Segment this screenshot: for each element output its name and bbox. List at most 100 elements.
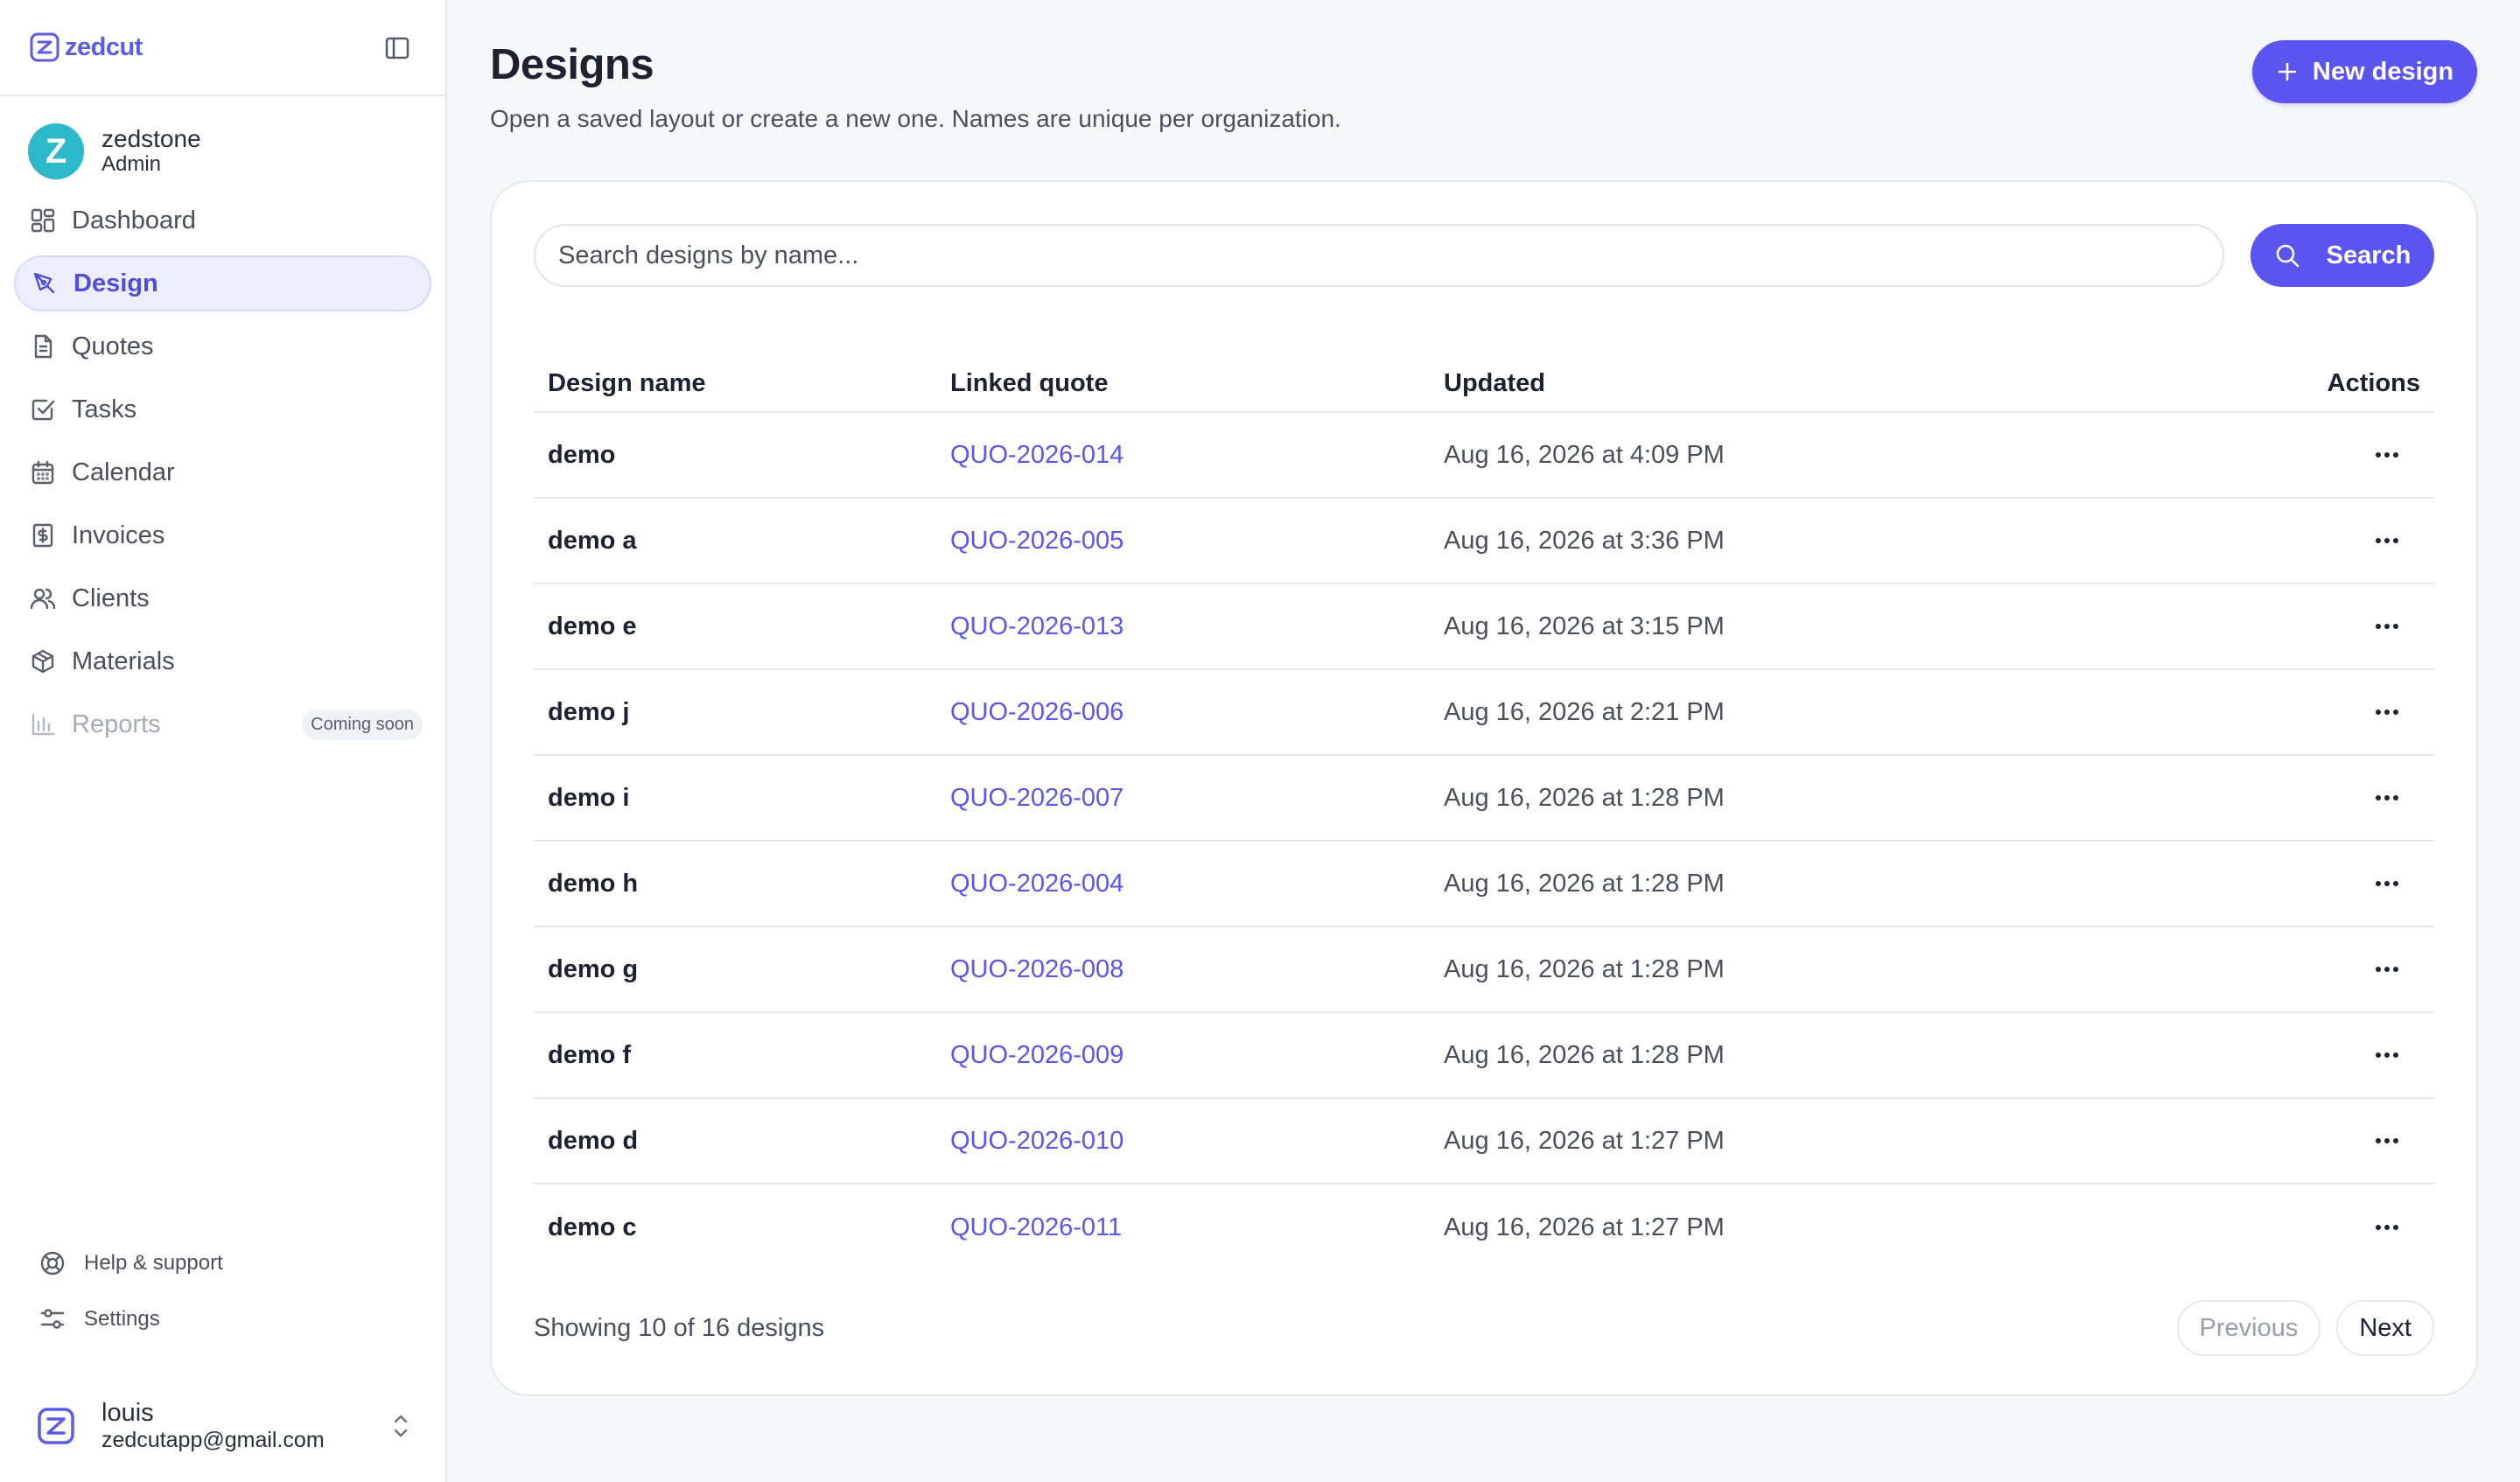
org-name: zedstone: [102, 125, 201, 153]
table-header: Design name Linked quote Updated Actions: [534, 357, 2434, 413]
nav-item-design[interactable]: Design: [14, 255, 431, 311]
more-horizontal-icon: [2376, 1052, 2398, 1058]
search-button[interactable]: Search: [2250, 224, 2434, 287]
more-horizontal-icon: [2376, 1225, 2398, 1230]
table-row[interactable]: demo g QUO-2026-008 Aug 16, 2026 at 1:28 P…: [534, 927, 2434, 1013]
design-name-cell[interactable]: demo j: [548, 698, 629, 726]
row-actions-button[interactable]: [2366, 1123, 2408, 1158]
linked-quote-link[interactable]: QUO-2026-014: [950, 441, 1124, 469]
nav-item-calendar[interactable]: Calendar: [14, 444, 431, 500]
more-horizontal-icon: [2376, 538, 2398, 543]
designs-table: Design name Linked quote Updated Actions…: [534, 357, 2434, 1270]
table-row[interactable]: demo h QUO-2026-004 Aug 16, 2026 at 1:28 P…: [534, 842, 2434, 927]
linked-quote-link[interactable]: QUO-2026-010: [950, 1127, 1124, 1155]
next-page-button[interactable]: Next: [2336, 1300, 2434, 1356]
linked-quote-link[interactable]: QUO-2026-008: [950, 955, 1124, 983]
user-email: zedcutapp@gmail.com: [102, 1428, 325, 1453]
pagination-summary: Showing 10 of 16 designs: [534, 1314, 825, 1342]
calendar-icon: [32, 460, 54, 485]
nav-label-clients: Clients: [72, 584, 150, 612]
nav-item-invoices[interactable]: Invoices: [14, 507, 431, 563]
nav-item-dashboard[interactable]: Dashboard: [14, 192, 431, 248]
help-support-link[interactable]: Help & support: [0, 1235, 445, 1291]
settings-link[interactable]: Settings: [0, 1291, 445, 1347]
package-icon: [32, 649, 54, 674]
nav-item-tasks[interactable]: Tasks: [14, 381, 431, 437]
row-actions-button[interactable]: [2366, 952, 2408, 987]
table-row[interactable]: demo a QUO-2026-005 Aug 16, 2026 at 3:36 P…: [534, 499, 2434, 584]
linked-quote-link[interactable]: QUO-2026-007: [950, 784, 1124, 812]
updated-cell: Aug 16, 2026 at 3:36 PM: [1444, 526, 1725, 555]
org-switcher[interactable]: Z zedstone Admin: [0, 122, 445, 180]
updated-cell: Aug 16, 2026 at 2:21 PM: [1444, 697, 1725, 726]
app-logo[interactable]: zedcut: [30, 32, 143, 62]
nav-item-reports: Reports Coming soon: [14, 696, 431, 752]
table-row[interactable]: demo j QUO-2026-006 Aug 16, 2026 at 2:21 P…: [534, 670, 2434, 756]
nav-item-clients[interactable]: Clients: [14, 570, 431, 626]
table-row[interactable]: demo d QUO-2026-010 Aug 16, 2026 at 1:27 P…: [534, 1099, 2434, 1185]
row-actions-button[interactable]: [2366, 609, 2408, 644]
table-row[interactable]: demo c QUO-2026-011 Aug 16, 2026 at 1:27 P…: [534, 1185, 2434, 1270]
row-actions-button[interactable]: [2366, 695, 2408, 730]
designs-card: Search Design name Linked quote Updated …: [490, 180, 2478, 1396]
design-name-cell[interactable]: demo h: [548, 870, 638, 898]
design-name-cell[interactable]: demo g: [548, 955, 638, 983]
row-actions-button[interactable]: [2366, 523, 2408, 558]
more-horizontal-icon: [2376, 710, 2398, 715]
updated-cell: Aug 16, 2026 at 1:28 PM: [1444, 1040, 1725, 1069]
table-row[interactable]: demo e QUO-2026-013 Aug 16, 2026 at 3:15 P…: [534, 584, 2434, 670]
pagination: Previous Next: [2176, 1300, 2434, 1356]
nav-item-materials[interactable]: Materials: [14, 633, 431, 689]
linked-quote-link[interactable]: QUO-2026-011: [950, 1213, 1122, 1241]
column-header-updated: Updated: [1444, 369, 1545, 397]
linked-quote-link[interactable]: QUO-2026-009: [950, 1041, 1124, 1069]
user-menu[interactable]: louis zedcutapp@gmail.com: [0, 1382, 445, 1470]
table-row[interactable]: demo f QUO-2026-009 Aug 16, 2026 at 1:28 P…: [534, 1013, 2434, 1099]
linked-quote-link[interactable]: QUO-2026-013: [950, 612, 1124, 640]
row-actions-button[interactable]: [2366, 1210, 2408, 1245]
design-name-cell[interactable]: demo c: [548, 1213, 637, 1241]
page-subtitle: Open a saved layout or create a new one.…: [490, 105, 1341, 132]
row-actions-button[interactable]: [2366, 437, 2408, 472]
design-name-cell[interactable]: demo: [548, 441, 615, 469]
design-name-cell[interactable]: demo i: [548, 784, 629, 812]
logo-icon: [30, 32, 60, 62]
nav-label-design: Design: [74, 269, 158, 297]
sidebar-toggle-icon: [385, 37, 410, 59]
column-header-design-name: Design name: [548, 369, 706, 397]
linked-quote-link[interactable]: QUO-2026-005: [950, 527, 1124, 555]
nav-label-materials: Materials: [72, 647, 175, 675]
sidebar-footer: Help & support Settings louis zedcutapp@…: [0, 1235, 445, 1482]
org-role: Admin: [102, 152, 162, 177]
updated-cell: Aug 16, 2026 at 1:28 PM: [1444, 869, 1725, 898]
app-name: zedcut: [65, 32, 143, 61]
linked-quote-link[interactable]: QUO-2026-004: [950, 870, 1124, 898]
collapse-sidebar-button[interactable]: [382, 33, 412, 63]
search-bar: Search: [534, 224, 2434, 287]
row-actions-button[interactable]: [2366, 1038, 2408, 1073]
design-name-cell[interactable]: demo e: [548, 612, 637, 640]
sliders-icon: [40, 1309, 65, 1329]
table-row[interactable]: demo QUO-2026-014 Aug 16, 2026 at 4:09 PM: [534, 413, 2434, 499]
previous-page-button[interactable]: Previous: [2176, 1300, 2321, 1356]
nav-item-quotes[interactable]: Quotes: [14, 318, 431, 374]
design-name-cell[interactable]: demo a: [548, 527, 637, 555]
column-header-linked-quote: Linked quote: [950, 369, 1109, 397]
org-avatar: Z: [28, 123, 84, 179]
row-actions-button[interactable]: [2366, 866, 2408, 901]
bar-chart-icon: [32, 713, 55, 736]
table-footer: Showing 10 of 16 designs Previous Next: [534, 1300, 2434, 1356]
design-name-cell[interactable]: demo f: [548, 1041, 631, 1069]
search-input[interactable]: [534, 224, 2224, 287]
table-row[interactable]: demo i QUO-2026-007 Aug 16, 2026 at 1:28 P…: [534, 756, 2434, 842]
linked-quote-link[interactable]: QUO-2026-006: [950, 698, 1124, 726]
page-title: Designs: [490, 41, 654, 88]
chevron-up-down-icon: [394, 1415, 408, 1437]
design-name-cell[interactable]: demo d: [548, 1127, 638, 1155]
sidebar-header: zedcut: [0, 0, 445, 96]
nav-label-reports: Reports: [72, 710, 161, 738]
new-design-button[interactable]: New design: [2252, 40, 2477, 103]
updated-cell: Aug 16, 2026 at 1:28 PM: [1444, 954, 1725, 983]
row-actions-button[interactable]: [2366, 780, 2408, 815]
dashboard-icon: [31, 208, 55, 233]
